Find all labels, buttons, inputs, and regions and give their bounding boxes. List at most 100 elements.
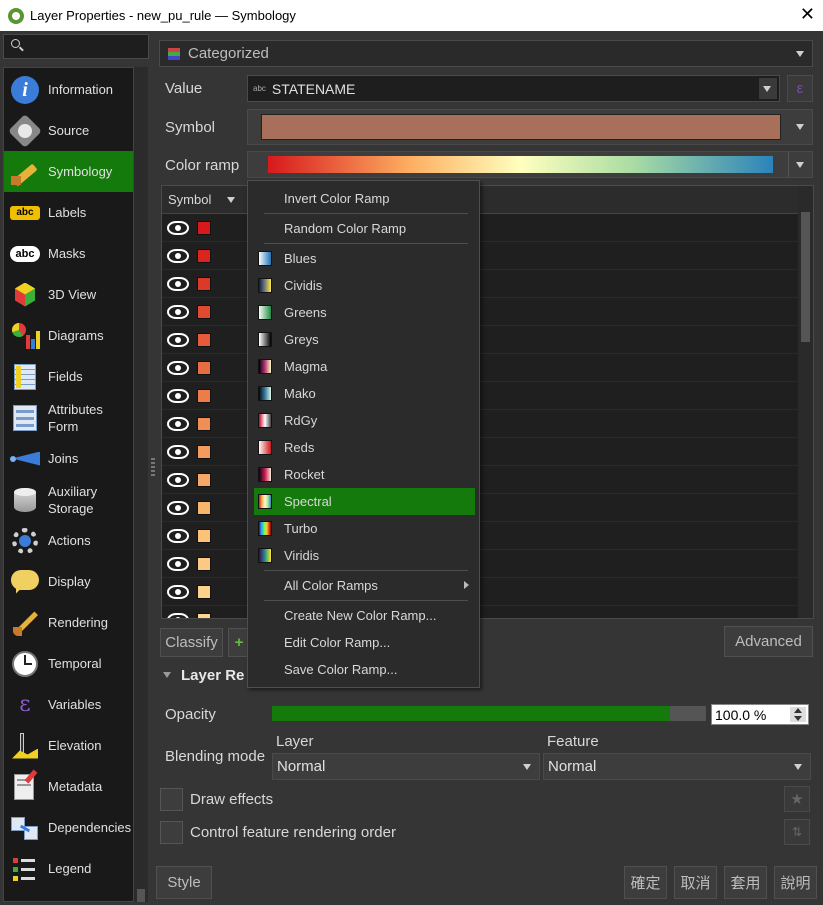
ramp-item-greens[interactable]: Greens bbox=[248, 299, 479, 326]
ramp-item-viridis[interactable]: Viridis bbox=[248, 542, 479, 569]
ramp-item-cividis[interactable]: Cividis bbox=[248, 272, 479, 299]
visibility-eye-icon[interactable] bbox=[167, 333, 189, 347]
ramp-item-rocket[interactable]: Rocket bbox=[248, 461, 479, 488]
visibility-eye-icon[interactable] bbox=[167, 557, 189, 571]
sidebar-item-display[interactable]: Display bbox=[4, 561, 133, 602]
visibility-eye-icon[interactable] bbox=[167, 305, 189, 319]
ramp-item-spectral[interactable]: Spectral bbox=[254, 488, 475, 515]
class-symbol-swatch[interactable] bbox=[197, 361, 211, 375]
value-field-combo[interactable]: abc STATENAME bbox=[247, 75, 780, 102]
opacity-slider[interactable] bbox=[272, 706, 706, 721]
sidebar-item-fields[interactable]: Fields bbox=[4, 356, 133, 397]
sidebar-scroll-thumb[interactable] bbox=[137, 889, 145, 902]
menu-item-create-new-color-ramp[interactable]: Create New Color Ramp... bbox=[248, 602, 479, 629]
visibility-eye-icon[interactable] bbox=[167, 361, 189, 375]
sidebar-item-symbology[interactable]: Symbology bbox=[4, 151, 133, 192]
ramp-item-rdgy[interactable]: RdGy bbox=[248, 407, 479, 434]
effects-star-icon[interactable]: ★ bbox=[784, 786, 810, 812]
ramp-item-turbo[interactable]: Turbo bbox=[248, 515, 479, 542]
sidebar-item-temporal[interactable]: Temporal bbox=[4, 643, 133, 684]
spin-arrows-icon[interactable] bbox=[790, 707, 806, 722]
feature-blend-combo[interactable]: Normal bbox=[543, 753, 811, 780]
classify-button[interactable]: Classify bbox=[160, 628, 223, 657]
opacity-spinbox[interactable]: 100.0 % bbox=[711, 704, 809, 725]
splitter-handle[interactable] bbox=[151, 458, 155, 478]
order-sort-icon[interactable]: ⇅ bbox=[784, 819, 810, 845]
renderer-type-combo[interactable]: Categorized bbox=[159, 40, 813, 67]
visibility-eye-icon[interactable] bbox=[167, 529, 189, 543]
ramp-item-magma[interactable]: Magma bbox=[248, 353, 479, 380]
draw-effects-label[interactable]: Draw effects bbox=[190, 791, 273, 808]
visibility-eye-icon[interactable] bbox=[167, 249, 189, 263]
sidebar-item-3d-view[interactable]: 3D View bbox=[4, 274, 133, 315]
ramp-item-blues[interactable]: Blues bbox=[248, 245, 479, 272]
layer-rendering-title[interactable]: Layer Re bbox=[181, 667, 244, 684]
class-symbol-swatch[interactable] bbox=[197, 389, 211, 403]
ok-button[interactable]: 確定 bbox=[624, 866, 667, 899]
ramp-item-reds[interactable]: Reds bbox=[248, 434, 479, 461]
class-symbol-swatch[interactable] bbox=[197, 221, 211, 235]
sidebar-item-joins[interactable]: Joins bbox=[4, 438, 133, 479]
visibility-eye-icon[interactable] bbox=[167, 389, 189, 403]
ramp-item-mako[interactable]: Mako bbox=[248, 380, 479, 407]
menu-item-random-color-ramp[interactable]: Random Color Ramp bbox=[248, 215, 479, 242]
class-symbol-swatch[interactable] bbox=[197, 277, 211, 291]
class-symbol-swatch[interactable] bbox=[197, 613, 211, 618]
class-symbol-swatch[interactable] bbox=[197, 445, 211, 459]
class-symbol-swatch[interactable] bbox=[197, 585, 211, 599]
visibility-eye-icon[interactable] bbox=[167, 585, 189, 599]
style-button[interactable]: Style bbox=[156, 866, 212, 899]
menu-item-all-color-ramps[interactable]: All Color Ramps bbox=[248, 572, 479, 599]
sidebar-item-legend[interactable]: Legend bbox=[4, 848, 133, 889]
class-symbol-swatch[interactable] bbox=[197, 333, 211, 347]
sidebar-item-variables[interactable]: ε Variables bbox=[4, 684, 133, 725]
apply-button[interactable]: 套用 bbox=[724, 866, 767, 899]
sidebar-item-diagrams[interactable]: Diagrams bbox=[4, 315, 133, 356]
class-symbol-swatch[interactable] bbox=[197, 249, 211, 263]
menu-item-invert-color-ramp[interactable]: Invert Color Ramp bbox=[248, 185, 479, 212]
sidebar-item-rendering[interactable]: Rendering bbox=[4, 602, 133, 643]
visibility-eye-icon[interactable] bbox=[167, 221, 189, 235]
help-button[interactable]: 說明 bbox=[774, 866, 817, 899]
menu-item-save-color-ramp[interactable]: Save Color Ramp... bbox=[248, 656, 479, 683]
class-symbol-swatch[interactable] bbox=[197, 417, 211, 431]
menu-item-edit-color-ramp[interactable]: Edit Color Ramp... bbox=[248, 629, 479, 656]
sidebar-item-elevation[interactable]: Elevation bbox=[4, 725, 133, 766]
visibility-eye-icon[interactable] bbox=[167, 473, 189, 487]
sidebar-item-source[interactable]: Source bbox=[4, 110, 133, 151]
control-order-checkbox[interactable] bbox=[160, 821, 183, 844]
ramp-item-greys[interactable]: Greys bbox=[248, 326, 479, 353]
symbol-column-header[interactable]: Symbol bbox=[168, 192, 211, 207]
class-symbol-swatch[interactable] bbox=[197, 529, 211, 543]
symbol-button[interactable] bbox=[247, 109, 813, 145]
class-symbol-swatch[interactable] bbox=[197, 557, 211, 571]
table-scrollbar[interactable] bbox=[798, 186, 813, 618]
sidebar-item-labels[interactable]: abc Labels bbox=[4, 192, 133, 233]
sidebar-item-attributes-form[interactable]: Attributes Form bbox=[4, 397, 133, 438]
class-symbol-swatch[interactable] bbox=[197, 473, 211, 487]
visibility-eye-icon[interactable] bbox=[167, 613, 189, 618]
visibility-eye-icon[interactable] bbox=[167, 445, 189, 459]
table-scroll-thumb[interactable] bbox=[801, 212, 810, 342]
sidebar-item-actions[interactable]: Actions bbox=[4, 520, 133, 561]
section-collapse-icon[interactable] bbox=[163, 672, 171, 678]
sidebar-item-information[interactable]: i Information bbox=[4, 69, 133, 110]
close-icon[interactable]: ✕ bbox=[800, 4, 815, 25]
cancel-button[interactable]: 取消 bbox=[674, 866, 717, 899]
advanced-button[interactable]: Advanced bbox=[724, 626, 813, 657]
draw-effects-checkbox[interactable] bbox=[160, 788, 183, 811]
color-ramp-button[interactable] bbox=[247, 151, 813, 178]
visibility-eye-icon[interactable] bbox=[167, 417, 189, 431]
expression-epsilon-icon[interactable]: ε bbox=[787, 75, 813, 102]
sidebar-item-masks[interactable]: abc Masks bbox=[4, 233, 133, 274]
class-symbol-swatch[interactable] bbox=[197, 501, 211, 515]
layer-blend-combo[interactable]: Normal bbox=[272, 753, 540, 780]
visibility-eye-icon[interactable] bbox=[167, 277, 189, 291]
search-input[interactable] bbox=[3, 34, 149, 59]
sidebar-item-dependencies[interactable]: Dependencies bbox=[4, 807, 133, 848]
sidebar-item-auxiliary-storage[interactable]: Auxiliary Storage bbox=[4, 479, 133, 520]
control-order-label[interactable]: Control feature rendering order bbox=[190, 824, 396, 841]
class-symbol-swatch[interactable] bbox=[197, 305, 211, 319]
sidebar-scrollbar[interactable] bbox=[134, 67, 148, 902]
visibility-eye-icon[interactable] bbox=[167, 501, 189, 515]
